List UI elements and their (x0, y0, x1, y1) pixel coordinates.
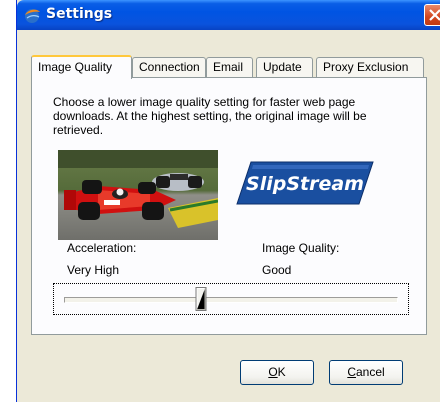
tab-proxy-exclusion[interactable]: Proxy Exclusion (316, 57, 424, 77)
title-bar[interactable]: Settings (17, 0, 440, 30)
image-quality-label: Image Quality: (262, 241, 340, 255)
slipstream-orb-icon (25, 9, 40, 23)
acceleration-value: Very High (67, 263, 120, 277)
close-button[interactable] (424, 4, 440, 26)
ok-mnemonic: O (268, 365, 278, 379)
slider-track[interactable] (64, 297, 398, 303)
window-title: Settings (46, 6, 113, 22)
image-quality-panel: Choose a lower image quality setting for… (31, 77, 427, 335)
slipstream-logo-graphic: SlipStream (236, 161, 374, 205)
logo-text: SlipStream (246, 173, 364, 195)
racecar-image (58, 150, 218, 240)
cancel-mnemonic: C (347, 365, 356, 379)
settings-window: Settings Image Quality Connection Email … (16, 0, 440, 402)
tab-image-quality[interactable]: Image Quality (31, 55, 132, 79)
tab-connection[interactable]: Connection (132, 57, 206, 77)
cancel-button[interactable]: Cancel (329, 360, 403, 385)
ok-label-rest: K (277, 365, 286, 379)
acceleration-label: Acceleration: (67, 241, 137, 255)
ok-button[interactable]: OK (240, 360, 314, 385)
cancel-label-rest: ancel (355, 365, 385, 379)
tab-update[interactable]: Update (256, 57, 313, 77)
close-x-icon (429, 9, 440, 21)
description-text: Choose a lower image quality setting for… (53, 95, 367, 137)
image-quality-slider[interactable] (53, 283, 409, 315)
image-quality-value: Good (262, 263, 292, 277)
slipstream-logo: SlipStream (235, 160, 375, 206)
tab-email[interactable]: Email (206, 57, 253, 77)
slider-thumb[interactable] (195, 287, 207, 311)
